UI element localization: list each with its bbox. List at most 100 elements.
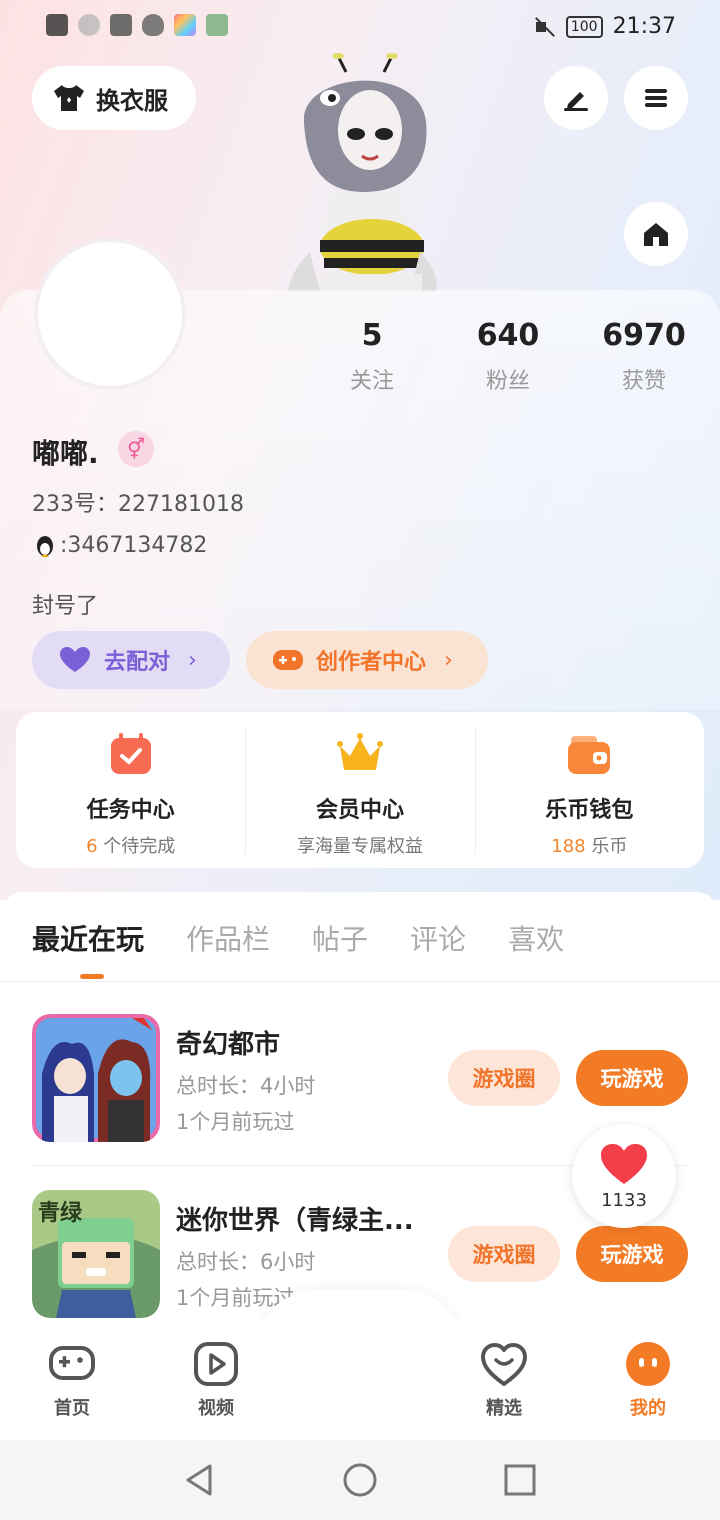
tab-likes[interactable]: 喜欢	[508, 918, 564, 958]
active-tab-indicator	[80, 974, 104, 979]
qq-number: :3467134782	[60, 532, 208, 558]
content-tabs: 最近在玩 作品栏 帖子 评论 喜欢	[0, 892, 720, 982]
menu-button[interactable]	[624, 66, 688, 130]
tab-works[interactable]: 作品栏	[186, 918, 270, 958]
nav-mine[interactable]: 我的	[603, 1340, 693, 1420]
likes-stat[interactable]: 6970 获赞	[574, 318, 714, 395]
crown-icon	[336, 733, 383, 770]
creator-center-label: 创作者中心	[316, 650, 427, 675]
home-circle-icon[interactable]	[340, 1460, 380, 1500]
menu-icon	[645, 89, 667, 107]
mute-icon	[534, 16, 556, 38]
back-icon[interactable]	[180, 1460, 220, 1500]
edit-profile-button[interactable]	[544, 66, 608, 130]
game-last-played: 1个月前玩过	[176, 1110, 295, 1134]
list-item[interactable]: 奇幻都市 总时长：4小时 1个月前玩过 游戏圈 玩游戏	[32, 1014, 688, 1144]
play-game-button[interactable]: 玩游戏	[576, 1226, 688, 1282]
status-bar: 100 21:37	[0, 0, 720, 56]
pending-label: 个待完成	[97, 836, 176, 857]
game-circle-button[interactable]: 游戏圈	[448, 1226, 560, 1282]
qq-number-row: :3467134782	[32, 532, 207, 558]
nav-featured-label: 精选	[486, 1398, 522, 1419]
coin-label: 乐币	[585, 836, 628, 857]
avatar[interactable]	[34, 238, 186, 390]
game-duration: 总时长：4小时	[176, 1074, 316, 1098]
tab-posts[interactable]: 帖子	[312, 918, 368, 958]
quick-entries: 任务中心 6 个待完成 会员中心 享海量专属权益 乐币钱包 188 乐币	[16, 712, 704, 868]
chevron-right-icon: ›	[444, 647, 453, 673]
game-app-icon	[206, 14, 228, 36]
likes-label: 获赞	[621, 369, 666, 394]
followers-count: 640	[476, 318, 540, 353]
alert-icon	[46, 14, 68, 36]
gender-icon: ⚥	[118, 431, 154, 467]
game-icon-mini-world: 青绿	[32, 1190, 160, 1318]
coin-count: 188	[551, 836, 586, 857]
shirt-icon	[54, 85, 84, 111]
match-button[interactable]: 去配对 ›	[32, 631, 230, 689]
wifi-icon	[78, 14, 100, 36]
match-label: 去配对	[104, 650, 171, 675]
nav-home-label: 首页	[54, 1398, 90, 1419]
pending-count: 6	[86, 836, 98, 857]
clock: 21:37	[612, 14, 676, 39]
game-name: 奇幻都市	[176, 1030, 281, 1060]
heart-icon	[601, 1143, 647, 1184]
game-duration: 总时长：6小时	[176, 1250, 316, 1274]
game-name: 迷你世界（青绿主...	[176, 1206, 414, 1236]
profile-face-icon	[626, 1342, 670, 1386]
app-notification-icon	[110, 14, 132, 36]
nav-mine-label: 我的	[630, 1398, 666, 1419]
gamepad-icon	[273, 650, 303, 670]
battery-level: 100	[565, 15, 603, 38]
heart-box-icon	[481, 1343, 527, 1386]
app-store-icon	[174, 14, 196, 36]
home-icon	[644, 223, 668, 246]
pen-icon	[564, 92, 588, 111]
likes-count: 6970	[602, 318, 686, 353]
following-count: 5	[361, 318, 383, 353]
vip-center[interactable]: 会员中心 享海量专属权益	[245, 712, 474, 868]
wallet-title: 乐币钱包	[545, 798, 634, 823]
nav-video[interactable]: 视频	[171, 1340, 261, 1420]
nav-featured[interactable]: 精选	[459, 1340, 549, 1420]
svg-text:青绿: 青绿	[38, 1200, 83, 1226]
tab-comments[interactable]: 评论	[410, 918, 466, 958]
coin-wallet[interactable]: 乐币钱包 188 乐币	[474, 712, 704, 868]
notification-icons	[46, 14, 228, 36]
game-icon-fantasy-city	[32, 1014, 160, 1142]
wallet-icon	[568, 736, 611, 774]
change-outfit-label: 换衣服	[96, 86, 168, 115]
chevron-right-icon: ›	[188, 647, 197, 673]
bio: 封号了	[32, 594, 99, 619]
task-center-title: 任务中心	[86, 798, 175, 823]
heart-icon	[60, 647, 90, 672]
task-center[interactable]: 任务中心 6 个待完成	[16, 712, 245, 868]
avatar-character	[288, 53, 437, 292]
nav-home[interactable]: 首页	[27, 1340, 117, 1420]
like-button[interactable]: 1133	[572, 1124, 676, 1228]
tab-recently-played[interactable]: 最近在玩	[32, 918, 144, 958]
nav-video-label: 视频	[198, 1398, 234, 1419]
following-label: 关注	[349, 369, 394, 394]
followers-label: 粉丝	[485, 369, 530, 394]
vip-center-title: 会员中心	[315, 798, 404, 823]
nickname: 嘟嘟.	[32, 437, 99, 470]
game-circle-button[interactable]: 游戏圈	[448, 1050, 560, 1106]
vip-center-subtitle: 享海量专属权益	[296, 836, 423, 857]
recents-icon[interactable]	[500, 1460, 540, 1500]
user-id: 233号：227181018	[32, 492, 244, 517]
qq-icon	[142, 14, 164, 36]
calendar-check-icon	[110, 733, 151, 774]
like-count: 1133	[601, 1189, 647, 1211]
penguin-icon	[37, 536, 53, 557]
change-outfit-button[interactable]: 换衣服	[32, 66, 196, 130]
play-icon	[194, 1342, 238, 1386]
followers-stat[interactable]: 640 粉丝	[438, 318, 578, 395]
creator-center-button[interactable]: 创作者中心 ›	[246, 631, 488, 689]
gamepad-icon	[49, 1346, 95, 1380]
play-game-button[interactable]: 玩游戏	[576, 1050, 688, 1106]
home-button[interactable]	[624, 202, 688, 266]
system-navigation-bar	[0, 1440, 720, 1520]
following-stat[interactable]: 5 关注	[302, 318, 442, 395]
